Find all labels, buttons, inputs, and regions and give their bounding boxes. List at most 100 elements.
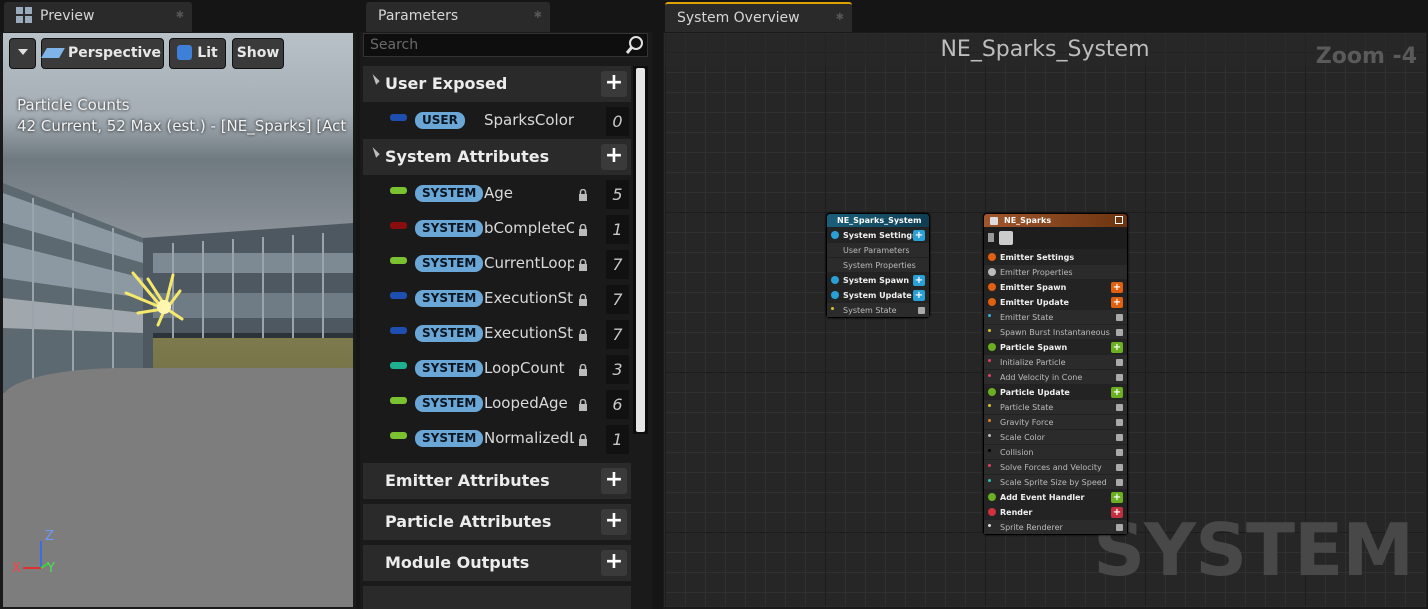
- enable-module-checkbox[interactable]: [1116, 434, 1123, 441]
- node-row-solve-forces-and-velocity[interactable]: Solve Forces and Velocity: [984, 459, 1127, 474]
- enable-module-checkbox[interactable]: [1116, 479, 1123, 486]
- viewport-options-button[interactable]: [9, 38, 36, 69]
- user-parameter-row[interactable]: USER SparksColor 0: [363, 104, 631, 139]
- parameter-name[interactable]: NormalizedLoopAge: [484, 429, 574, 447]
- node-row-add-velocity-in-cone[interactable]: Add Velocity in Cone: [984, 369, 1127, 384]
- enable-module-checkbox[interactable]: [1116, 404, 1123, 411]
- node-row-system-properties[interactable]: System Properties: [827, 257, 929, 272]
- lit-button[interactable]: Lit: [169, 38, 226, 69]
- category-particle-attributes[interactable]: Particle Attributes +: [363, 504, 631, 540]
- close-tab-icon[interactable]: ✱: [176, 2, 184, 30]
- collapse-arrow-icon[interactable]: [365, 74, 380, 89]
- add-module-button[interactable]: +: [1111, 342, 1123, 353]
- node-row-emitter-properties[interactable]: Emitter Properties: [984, 264, 1127, 279]
- add-module-button[interactable]: +: [1111, 387, 1123, 398]
- category-user-exposed[interactable]: User Exposed +: [363, 66, 631, 102]
- node-row-particle-spawn[interactable]: Particle Spawn +: [984, 339, 1127, 354]
- node-row-emitter-state[interactable]: Emitter State: [984, 309, 1127, 324]
- enable-module-checkbox[interactable]: [1116, 314, 1123, 321]
- category-module-outputs[interactable]: Module Outputs +: [363, 545, 631, 581]
- parameter-name[interactable]: LoopCount: [484, 359, 574, 377]
- system-parameter-row[interactable]: SYSTEM Age 5: [363, 177, 631, 212]
- system-parameter-row[interactable]: SYSTEM LoopCount 3: [363, 352, 631, 387]
- system-parameter-row[interactable]: SYSTEMCurrentLoopD 7: [363, 247, 631, 282]
- system-node-title[interactable]: NE_Sparks_System: [827, 214, 929, 227]
- parameter-name[interactable]: SparksColor: [484, 111, 574, 129]
- parameter-name[interactable]: ExecutionStateSource: [484, 324, 574, 342]
- category-emitter-attributes[interactable]: Emitter Attributes +: [363, 463, 631, 499]
- parameter-name[interactable]: ExecutionState: [484, 289, 574, 307]
- parameter-name[interactable]: Age: [484, 184, 574, 202]
- node-row-add-event-handler[interactable]: Add Event Handler +: [984, 489, 1127, 504]
- system-parameter-row[interactable]: SYSTEMExecutionStateSource 7: [363, 317, 631, 352]
- add-module-button[interactable]: +: [1111, 507, 1123, 518]
- enable-module-checkbox[interactable]: [918, 307, 925, 314]
- enable-module-checkbox[interactable]: [1116, 419, 1123, 426]
- enable-module-checkbox[interactable]: [1116, 449, 1123, 456]
- node-row-user-parameters[interactable]: User Parameters: [827, 242, 929, 257]
- enable-module-checkbox[interactable]: [1116, 464, 1123, 471]
- node-row-system-spawn[interactable]: System Spawn +: [827, 272, 929, 287]
- tab-parameters[interactable]: Parameters ✱: [366, 2, 550, 32]
- enable-module-checkbox[interactable]: [1116, 329, 1123, 336]
- open-emitter-icon[interactable]: [1115, 216, 1123, 224]
- add-particle-parameter-button[interactable]: +: [601, 509, 627, 535]
- add-module-button[interactable]: +: [1111, 282, 1123, 293]
- add-module-button[interactable]: +: [913, 275, 925, 286]
- node-row-render[interactable]: Render +: [984, 504, 1127, 519]
- add-module-output-button[interactable]: +: [601, 550, 627, 576]
- collapse-arrow-icon[interactable]: [365, 147, 380, 162]
- node-row-particle-update[interactable]: Particle Update +: [984, 384, 1127, 399]
- add-system-parameter-button[interactable]: +: [601, 144, 627, 170]
- parameters-search-input[interactable]: Search: [363, 33, 648, 57]
- enable-module-checkbox[interactable]: [1116, 374, 1123, 381]
- system-parameter-row[interactable]: SYSTEMExecutionState 7: [363, 282, 631, 317]
- node-row-system-settings[interactable]: System Settings +: [827, 227, 929, 242]
- system-graph-canvas[interactable]: NE_Sparks_System Zoom -4 SYSTEM NE_Spark…: [664, 33, 1426, 607]
- add-module-button[interactable]: +: [913, 290, 925, 301]
- enable-module-checkbox[interactable]: [1116, 524, 1123, 531]
- pin-icon[interactable]: [988, 233, 994, 242]
- preview-viewport[interactable]: Particle Counts 42 Current, 52 Max (est.…: [3, 33, 353, 607]
- close-tab-icon[interactable]: ✱: [534, 2, 542, 30]
- enable-module-checkbox[interactable]: [1116, 359, 1123, 366]
- system-parameter-row[interactable]: SYSTEM LoopedAge 6: [363, 387, 631, 422]
- system-parameter-row[interactable]: SYSTEMNormalizedLoopAge 1: [363, 422, 631, 457]
- node-row-emitter-settings[interactable]: Emitter Settings: [984, 249, 1127, 264]
- emitter-enabled-checkbox[interactable]: [990, 217, 998, 225]
- node-row-gravity-force[interactable]: Gravity Force: [984, 414, 1127, 429]
- node-row-scale-sprite-size-by-speed[interactable]: Scale Sprite Size by Speed: [984, 474, 1127, 489]
- node-row-spawn-burst-instantaneous[interactable]: Spawn Burst Instantaneous: [984, 324, 1127, 339]
- add-user-parameter-button[interactable]: +: [601, 71, 627, 97]
- emitter-node[interactable]: NE_Sparks Emitter Settings Emitter Proper…: [983, 213, 1128, 535]
- perspective-button[interactable]: Perspective: [41, 38, 164, 69]
- parameter-name[interactable]: LoopedAge: [484, 394, 574, 412]
- node-row-particle-state[interactable]: Particle State: [984, 399, 1127, 414]
- node-row-emitter-update[interactable]: Emitter Update +: [984, 294, 1127, 309]
- add-module-button[interactable]: +: [1111, 492, 1123, 503]
- parameter-name[interactable]: CurrentLoopD: [484, 254, 574, 272]
- node-row-scale-color[interactable]: Scale Color: [984, 429, 1127, 444]
- close-tab-icon[interactable]: ✱: [836, 4, 844, 32]
- category-more[interactable]: [363, 586, 631, 609]
- scrollbar-thumb[interactable]: [636, 68, 645, 432]
- show-button[interactable]: Show: [232, 38, 284, 69]
- node-row-sprite-renderer[interactable]: Sprite Renderer: [984, 519, 1127, 534]
- node-row-system-update[interactable]: System Update +: [827, 287, 929, 302]
- category-system-attributes[interactable]: System Attributes +: [363, 139, 631, 175]
- add-module-button[interactable]: +: [913, 230, 925, 241]
- node-row-system-state[interactable]: System State: [827, 302, 929, 317]
- parameter-name[interactable]: bCompleteOnI: [484, 219, 574, 237]
- system-node[interactable]: NE_Sparks_System System Settings + User Pa…: [826, 213, 930, 318]
- system-parameter-row[interactable]: SYSTEMbCompleteOnI 1: [363, 212, 631, 247]
- emitter-thumbnail-icon[interactable]: [999, 231, 1013, 245]
- node-row-collision[interactable]: Collision: [984, 444, 1127, 459]
- node-row-initialize-particle[interactable]: Initialize Particle: [984, 354, 1127, 369]
- emitter-node-header[interactable]: NE_Sparks: [984, 214, 1127, 227]
- tab-system-overview[interactable]: System Overview ✱: [665, 2, 852, 32]
- add-emitter-parameter-button[interactable]: +: [601, 468, 627, 494]
- node-row-emitter-spawn[interactable]: Emitter Spawn +: [984, 279, 1127, 294]
- parameters-scrollbar[interactable]: [633, 66, 648, 434]
- add-module-button[interactable]: +: [1111, 297, 1123, 308]
- tab-preview[interactable]: Preview ✱: [4, 2, 192, 32]
